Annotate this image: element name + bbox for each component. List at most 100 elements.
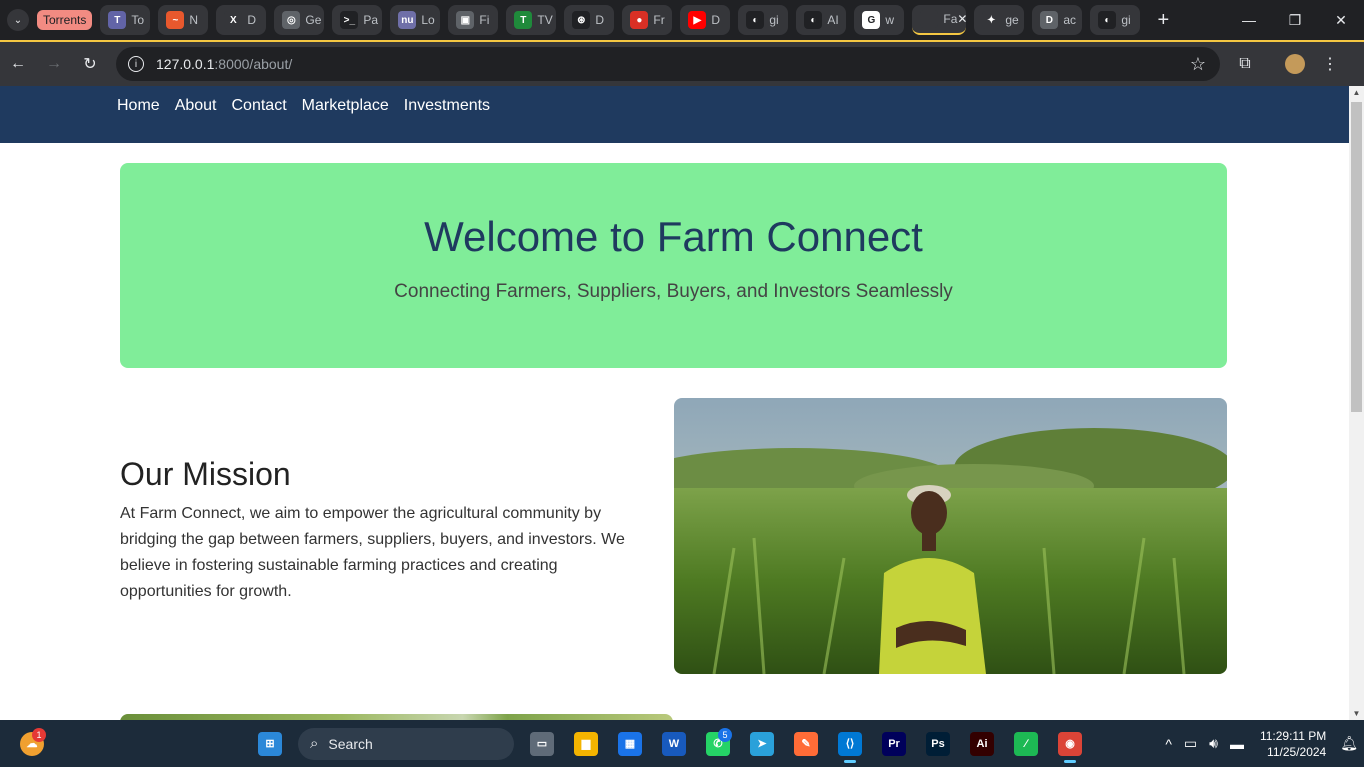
network-icon[interactable]: ▭	[1184, 735, 1197, 752]
notifications-bell-icon[interactable]: 🔔︎	[1340, 735, 1358, 752]
browser-tab[interactable]: ◎ Ge	[274, 5, 325, 35]
clock[interactable]: 11:29:11 PM 11/25/2024	[1260, 728, 1326, 760]
start-button[interactable]: ⊞	[248, 724, 292, 764]
taskbar-app-button[interactable]: ➤	[740, 724, 784, 764]
tab-title: w	[885, 13, 895, 27]
reload-button[interactable]: ↻	[72, 54, 108, 74]
volume-icon[interactable]: 🔊︎	[1209, 735, 1218, 752]
taskbar-app-button[interactable]: Pr	[872, 724, 916, 764]
taskbar-app-button[interactable]: ✎	[784, 724, 828, 764]
close-window-button[interactable]: ✕	[1318, 0, 1364, 40]
taskbar-app-button[interactable]: ∕	[1004, 724, 1048, 764]
browser-tab[interactable]: ◐ gi	[738, 5, 789, 35]
taskbar-app-button[interactable]: ▆	[564, 724, 608, 764]
browser-tab[interactable]: >_ Pa	[332, 5, 383, 35]
tab-favicon-icon: ◐	[746, 11, 765, 29]
tab-title: ge	[1005, 13, 1019, 27]
tab-favicon-icon	[920, 10, 939, 28]
browser-tab[interactable]: XD	[216, 5, 267, 35]
nav-link-home[interactable]: Home	[117, 97, 160, 115]
browser-tab[interactable]: T To	[100, 5, 151, 35]
restore-button[interactable]: ❐	[1272, 0, 1318, 40]
app-icon: ∕	[1014, 731, 1038, 756]
tab-favicon-icon: ◐	[1098, 11, 1117, 29]
nav-link-investments[interactable]: Investments	[404, 97, 490, 115]
minimize-button[interactable]: —	[1226, 0, 1272, 40]
nav-link-marketplace[interactable]: Marketplace	[302, 97, 389, 115]
tab-title: ac	[1063, 13, 1077, 27]
taskbar-search[interactable]: ⌕ Search	[298, 727, 514, 760]
profile-avatar[interactable]	[1285, 54, 1305, 74]
new-tab-button[interactable]: +	[1148, 9, 1178, 32]
tab-favicon-icon: ▶	[688, 11, 707, 29]
battery-icon[interactable]: ▬	[1230, 736, 1244, 752]
browser-tab[interactable]: nu Lo	[390, 5, 441, 35]
tab-title: Lo	[421, 13, 435, 27]
browser-tab[interactable]: ⊛ D	[564, 5, 615, 35]
site-navbar: Home About Contact Marketplace Investmen…	[0, 86, 1349, 143]
url-host: 127.0.0.1	[156, 56, 215, 72]
tab-group-torrents[interactable]: Torrents	[37, 10, 93, 30]
taskbar-app-button[interactable]: W	[652, 724, 696, 764]
task-view-icon: ▭	[530, 731, 554, 756]
tab-favicon-icon: D	[1040, 11, 1059, 29]
browser-tab[interactable]: ~ N	[158, 5, 209, 35]
scroll-down-arrow-icon[interactable]: ▼	[1349, 709, 1364, 718]
mission-section: Our Mission At Farm Connect, we aim to e…	[120, 456, 640, 605]
hero-subtitle: Connecting Farmers, Suppliers, Buyers, a…	[394, 281, 953, 302]
scrollbar-thumb[interactable]	[1351, 102, 1362, 412]
taskbar-app-button[interactable]: ✆ 5	[696, 724, 740, 764]
tray-overflow-chevron-icon[interactable]: ^	[1165, 736, 1172, 752]
task-view-button[interactable]: ▭	[520, 724, 564, 764]
tab-title: D	[711, 13, 721, 27]
address-bar[interactable]: i 127.0.0.1:8000/about/ ☆	[116, 47, 1220, 81]
browser-tab[interactable]: T TV	[506, 5, 557, 35]
back-button[interactable]: ←	[0, 55, 36, 73]
hero-banner: Welcome to Farm Connect Connecting Farme…	[120, 163, 1227, 368]
system-tray: ^ ▭ 🔊︎ ▬ 11:29:11 PM 11/25/2024 🔔︎	[1159, 728, 1364, 760]
vscode-icon: ⟨⟩	[838, 731, 862, 756]
browser-tab[interactable]: ◐ AI	[796, 5, 847, 35]
nav-link-about[interactable]: About	[175, 97, 217, 115]
tab-title: Fi	[479, 13, 490, 27]
weather-widget[interactable]: ☁ 1	[10, 724, 54, 764]
browser-tab[interactable]: Fa✕	[912, 5, 967, 35]
site-info-icon[interactable]: i	[128, 56, 144, 72]
taskbar-app-button[interactable]: ◉	[1048, 724, 1092, 764]
browser-tab[interactable]: Dac	[1032, 5, 1083, 35]
page-scrollbar[interactable]: ▲ ▼	[1349, 86, 1364, 720]
browser-tab[interactable]: ◐ gi	[1090, 5, 1141, 35]
illustrator-icon: Ai	[970, 731, 994, 756]
chrome-icon: ◉	[1058, 731, 1082, 756]
extensions-icon[interactable]: ⧉	[1220, 55, 1270, 73]
taskbar-app-button[interactable]: ▦	[608, 724, 652, 764]
whatsapp-badge: 5	[718, 727, 732, 742]
forward-button[interactable]: →	[36, 55, 72, 73]
bookmark-star-icon[interactable]: ☆	[1190, 54, 1206, 75]
taskbar-app-button[interactable]: Ps	[916, 724, 960, 764]
more-menu-icon[interactable]: ⋮	[1320, 54, 1340, 74]
browser-tab[interactable]: ✦ ge	[974, 5, 1025, 35]
scroll-up-arrow-icon[interactable]: ▲	[1349, 88, 1364, 97]
tab-favicon-icon: X	[224, 11, 243, 29]
tab-favicon-icon: ●	[630, 11, 649, 29]
search-label: Search	[328, 735, 373, 752]
tab-favicon-icon: ◐	[804, 11, 823, 29]
tab-close-icon[interactable]: ✕	[957, 12, 966, 26]
browser-tab[interactable]: ▣ Fi	[448, 5, 499, 35]
tab-title: gi	[769, 13, 779, 27]
tab-search-chevron-icon[interactable]: ⌄	[7, 9, 29, 31]
browser-tab[interactable]: Gw	[854, 5, 905, 35]
word-icon: W	[662, 731, 686, 756]
browser-tab[interactable]: ▶ D	[680, 5, 731, 35]
taskbar-app-button[interactable]: Ai	[960, 724, 1004, 764]
tab-title: D	[595, 13, 605, 27]
tab-title: gi	[1121, 13, 1131, 27]
tab-favicon-icon: ⊛	[572, 11, 591, 29]
windows-taskbar: ☁ 1 ⊞ ⌕ Search ▭ ▆ ▦ W ✆ 5 ➤ ✎ ⟨⟩ Pr Ps Ai ∕ ◉ ^ ▭ 🔊…	[0, 720, 1364, 767]
page-viewport: Home About Contact Marketplace Investmen…	[0, 86, 1349, 720]
tab-favicon-icon: G	[862, 11, 881, 29]
nav-link-contact[interactable]: Contact	[232, 97, 287, 115]
taskbar-app-button[interactable]: ⟨⟩	[828, 724, 872, 764]
browser-tab[interactable]: ● Fr	[622, 5, 673, 35]
